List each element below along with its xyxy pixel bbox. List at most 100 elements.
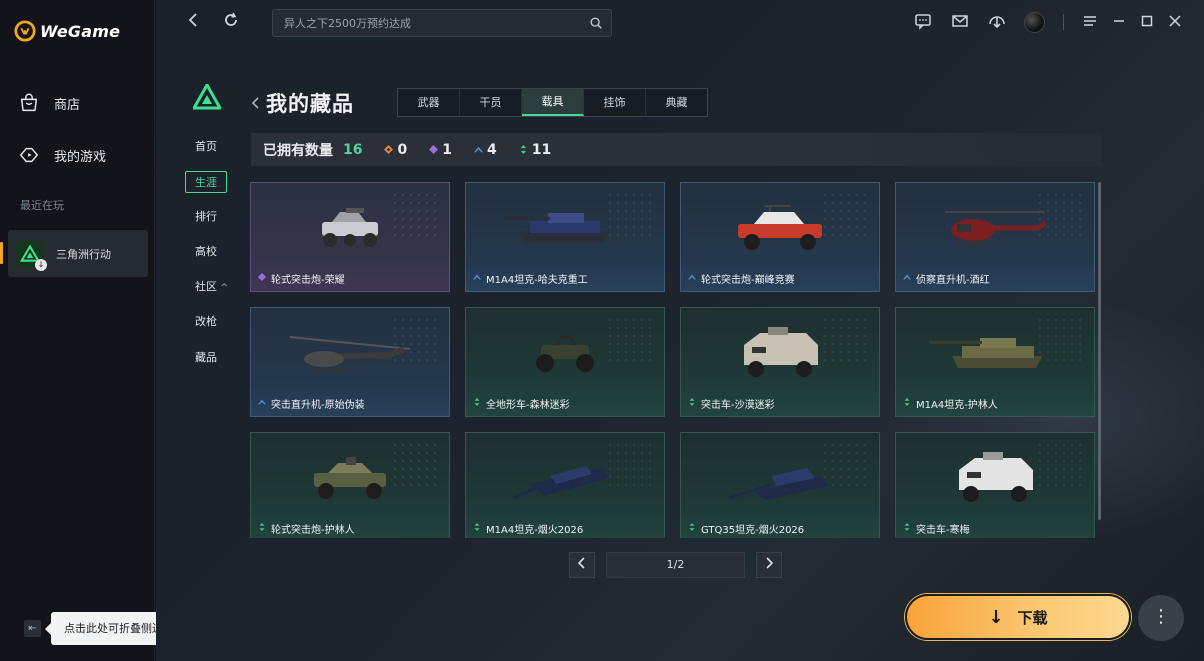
topbar bbox=[156, 0, 1204, 46]
chat-button[interactable] bbox=[912, 12, 934, 34]
collection-item-card[interactable]: 突击车-沙漠迷彩 bbox=[680, 307, 880, 417]
topbar-divider bbox=[1063, 14, 1064, 30]
card-dot-pattern bbox=[606, 316, 656, 366]
sidebar-item-store[interactable]: 商店 bbox=[18, 92, 80, 114]
green-rarity-icon bbox=[688, 523, 696, 534]
hamburger-menu-icon bbox=[1084, 16, 1096, 26]
search-box[interactable] bbox=[272, 9, 612, 37]
close-icon bbox=[1169, 15, 1181, 27]
tab-archive[interactable]: 典藏 bbox=[646, 89, 707, 116]
minimize-icon bbox=[1114, 20, 1124, 22]
card-item-name: 侦察直升机-酒红 bbox=[916, 275, 990, 286]
orange-rarity-diamond-icon bbox=[384, 145, 394, 154]
green-rarity-icon bbox=[473, 523, 481, 534]
delta-force-game-icon: ↓ bbox=[16, 239, 47, 271]
game-nav-career[interactable]: 生涯 bbox=[185, 171, 227, 193]
prev-page-button[interactable] bbox=[569, 552, 595, 578]
vehicle-image-icon bbox=[930, 332, 1060, 380]
mail-icon bbox=[952, 15, 968, 27]
collection-item-card[interactable]: 轮式突击炮-巅峰竞赛 bbox=[680, 182, 880, 292]
wegame-logo[interactable]: WeGame bbox=[14, 20, 120, 42]
wegame-window: WeGame 商店 我的游戏 最近在玩 ↓ 三角洲行动 ⇤ 点击此处可折叠侧边栏… bbox=[0, 0, 1204, 661]
vehicle-image-icon bbox=[527, 331, 603, 381]
rarity-count-green: 11 bbox=[531, 141, 552, 158]
refresh-icon bbox=[225, 12, 237, 26]
menu-button[interactable] bbox=[1079, 12, 1101, 34]
owned-count-label: 已拥有数量 bbox=[263, 142, 333, 159]
rarity-stat-orange: 0 bbox=[384, 142, 407, 158]
tab-charms[interactable]: 挂饰 bbox=[584, 89, 646, 116]
tab-weapons[interactable]: 武器 bbox=[398, 89, 460, 116]
game-nav-college[interactable]: 高校 bbox=[185, 241, 229, 263]
download-manager-button[interactable] bbox=[986, 12, 1008, 34]
collection-item-card[interactable]: 全地形车-森林迷彩 bbox=[465, 307, 665, 417]
delta-force-logo-icon bbox=[193, 84, 221, 110]
page-indicator: 1/2 bbox=[606, 552, 745, 578]
rarity-count-blue: 4 bbox=[486, 141, 497, 158]
game-nav-collection[interactable]: 藏品 bbox=[185, 347, 229, 369]
page-title: 我的藏品 bbox=[266, 92, 354, 116]
game-nav-gunsmith[interactable]: 改枪 bbox=[185, 311, 229, 333]
collapse-sidebar-button[interactable]: ⇤ bbox=[24, 620, 41, 637]
minimize-button[interactable] bbox=[1108, 12, 1130, 34]
collection-item-card[interactable]: 突击车-寒梅 bbox=[895, 432, 1095, 538]
collection-back-icon[interactable] bbox=[250, 96, 260, 114]
collection-item-card[interactable]: M1A4坦克-护林人 bbox=[895, 307, 1095, 417]
vehicle-image-icon bbox=[730, 325, 830, 387]
game-nav-home[interactable]: 首页 bbox=[185, 136, 229, 158]
card-item-name: M1A4坦克-烟火2026 bbox=[486, 525, 584, 536]
collection-item-card[interactable]: 突击直升机-原始伪装 bbox=[250, 307, 450, 417]
collection-item-card[interactable]: 轮式突击炮-荣耀 bbox=[250, 182, 450, 292]
blue-rarity-icon bbox=[258, 398, 266, 409]
blue-rarity-chevron-icon bbox=[473, 146, 483, 153]
recent-played-label: 最近在玩 bbox=[20, 199, 64, 212]
recent-game-name: 三角洲行动 bbox=[56, 247, 111, 261]
rarity-count-purple: 1 bbox=[442, 141, 452, 158]
wegame-logo-icon bbox=[14, 20, 36, 42]
sidebar-item-my-games-label: 我的游戏 bbox=[54, 149, 107, 165]
vehicle-image-icon bbox=[304, 455, 396, 507]
card-item-name: 轮式突击炮-荣耀 bbox=[271, 275, 345, 286]
maximize-button[interactable] bbox=[1136, 12, 1158, 34]
card-item-name: 突击车-寒梅 bbox=[916, 525, 970, 536]
sidebar-item-my-games[interactable]: 我的游戏 bbox=[18, 144, 106, 166]
chat-bubble-icon bbox=[915, 14, 931, 30]
download-button-label: 下载 bbox=[1017, 608, 1048, 627]
grid-scrollbar[interactable] bbox=[1098, 182, 1101, 520]
card-caption: 全地形车-森林迷彩 bbox=[473, 396, 570, 411]
mail-button[interactable] bbox=[949, 12, 971, 34]
game-nav-community[interactable]: 社区 ^ bbox=[185, 276, 229, 298]
game-nav-ranking[interactable]: 排行 bbox=[185, 206, 229, 228]
owned-summary-bar: 已拥有数量 16 0 1 4 11 bbox=[251, 133, 1101, 166]
vehicle-image-icon bbox=[510, 454, 620, 508]
back-button[interactable] bbox=[183, 12, 205, 34]
user-avatar[interactable] bbox=[1024, 12, 1045, 33]
collection-item-card[interactable]: GTQ35坦克-烟火2026 bbox=[680, 432, 880, 538]
more-options-button[interactable]: ⋮ bbox=[1138, 595, 1184, 641]
green-rarity-icon bbox=[903, 398, 911, 409]
refresh-button[interactable] bbox=[220, 12, 242, 34]
next-page-button[interactable] bbox=[756, 552, 782, 578]
search-input[interactable] bbox=[273, 10, 573, 36]
chevron-right-icon bbox=[766, 557, 774, 569]
blue-rarity-icon bbox=[473, 273, 481, 284]
search-icon[interactable] bbox=[589, 16, 603, 30]
card-caption: M1A4坦克-护林人 bbox=[903, 396, 998, 411]
green-rarity-icon bbox=[473, 398, 481, 409]
tab-vehicles[interactable]: 载具 bbox=[522, 89, 584, 116]
card-caption: M1A4坦克-哈夫克重工 bbox=[473, 271, 588, 286]
green-rarity-icon bbox=[903, 523, 911, 534]
download-button[interactable]: ↓ 下载 bbox=[905, 594, 1131, 640]
vehicle-image-icon bbox=[730, 204, 830, 258]
card-dot-pattern bbox=[391, 441, 441, 491]
recent-game-delta-force[interactable]: ↓ 三角洲行动 bbox=[0, 230, 148, 277]
collection-item-card[interactable]: 侦察直升机-酒红 bbox=[895, 182, 1095, 292]
close-button[interactable] bbox=[1164, 12, 1186, 34]
collection-item-card[interactable]: M1A4坦克-哈夫克重工 bbox=[465, 182, 665, 292]
tab-operators[interactable]: 干员 bbox=[460, 89, 522, 116]
card-item-name: 突击直升机-原始伪装 bbox=[271, 400, 365, 411]
card-caption: 突击车-寒梅 bbox=[903, 521, 970, 536]
card-item-name: 轮式突击炮-护林人 bbox=[271, 525, 355, 536]
collection-item-card[interactable]: 轮式突击炮-护林人 bbox=[250, 432, 450, 538]
collection-item-card[interactable]: M1A4坦克-烟火2026 bbox=[465, 432, 665, 538]
